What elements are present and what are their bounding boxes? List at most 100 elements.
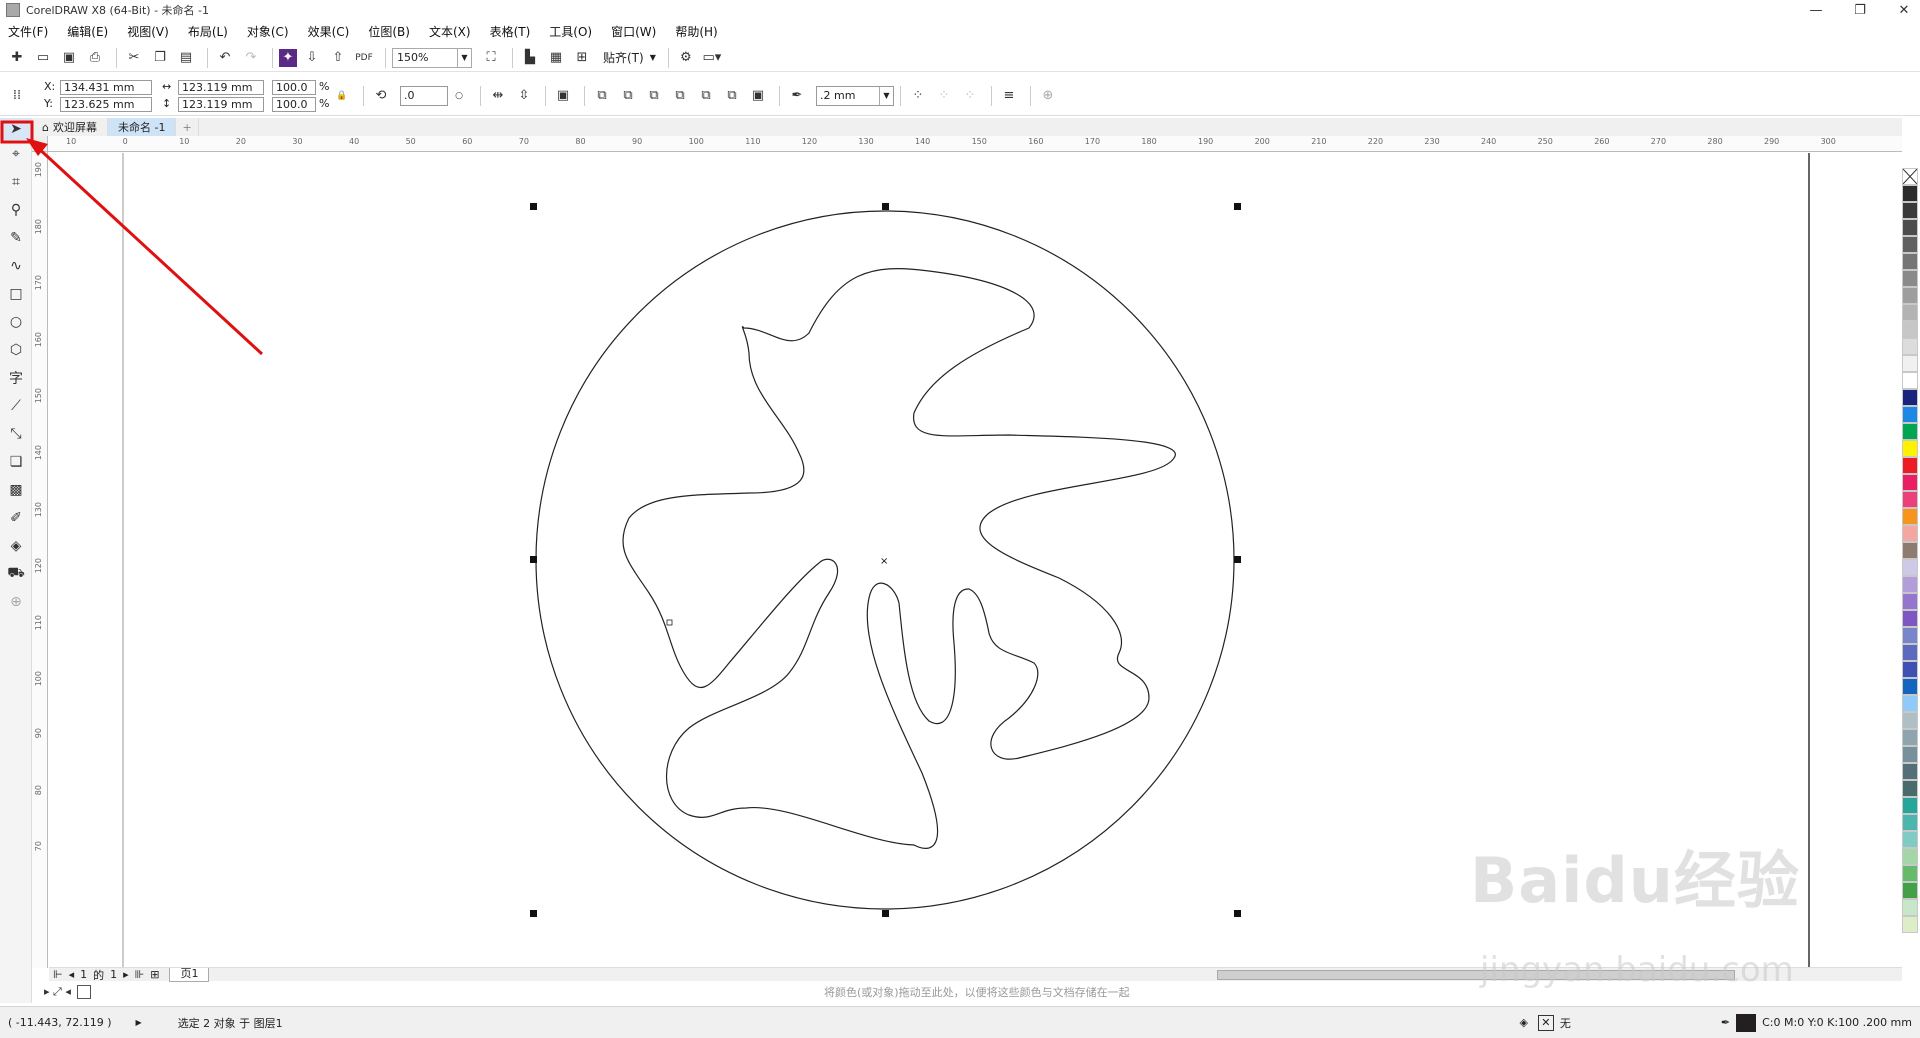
no-color-swatch[interactable] <box>1902 168 1918 185</box>
options-gear-icon[interactable]: ⚙ <box>675 47 697 69</box>
menu-effects[interactable]: 效果(C) <box>308 23 360 40</box>
add-tool-icon[interactable]: ⊕ <box>0 588 32 616</box>
color-swatch[interactable] <box>1902 389 1918 406</box>
rotate-icon[interactable]: ⟲ <box>370 85 392 107</box>
cut-icon[interactable]: ✂ <box>123 47 145 69</box>
outline-pen-icon[interactable]: ✒ <box>786 85 808 107</box>
color-swatch[interactable] <box>1902 831 1918 848</box>
color-swatch[interactable] <box>1902 899 1918 916</box>
height-field[interactable]: 123.119 mm <box>178 96 264 112</box>
menu-edit[interactable]: 编辑(E) <box>67 23 118 40</box>
menu-text[interactable]: 文本(X) <box>429 23 481 40</box>
color-swatch[interactable] <box>1902 559 1918 576</box>
trim-icon[interactable]: ⧉ <box>617 85 639 107</box>
maximize-button[interactable]: ❐ <box>1852 3 1868 18</box>
color-swatch[interactable] <box>1902 916 1918 933</box>
color-swatch[interactable] <box>1902 695 1918 712</box>
color-swatch[interactable] <box>1902 542 1918 559</box>
full-screen-icon[interactable]: ⛶ <box>480 47 502 69</box>
y-position-field[interactable]: 123.625 mm <box>60 96 152 112</box>
color-swatch[interactable] <box>1902 253 1918 270</box>
connector-tool-icon[interactable]: ⤡ <box>0 420 32 448</box>
mirror-horizontal-icon[interactable]: ⇹ <box>487 85 509 107</box>
application-launcher-icon[interactable]: ▭▾ <box>701 47 723 69</box>
color-swatch[interactable] <box>1902 661 1918 678</box>
scale-y-field[interactable]: 100.0 <box>272 96 316 112</box>
color-swatch[interactable] <box>1902 525 1918 542</box>
paste-icon[interactable]: ▤ <box>175 47 197 69</box>
color-swatch[interactable] <box>1902 763 1918 780</box>
color-swatch[interactable] <box>1902 814 1918 831</box>
menu-help[interactable]: 帮助(H) <box>675 23 727 40</box>
open-folder-icon[interactable]: ▭ <box>32 47 54 69</box>
wrap-text-icon[interactable]: ⁘ <box>907 85 929 107</box>
menu-file[interactable]: 文件(F) <box>8 23 58 40</box>
color-swatch[interactable] <box>1902 780 1918 797</box>
rotation-angle-field[interactable]: .0 <box>400 85 448 106</box>
outline-width-select[interactable]: .2 mm ▼ <box>816 85 894 106</box>
color-swatch[interactable] <box>1902 678 1918 695</box>
last-page-icon[interactable]: ⊪ <box>135 968 145 981</box>
color-swatch[interactable] <box>1902 712 1918 729</box>
simplify-icon[interactable]: ⧉ <box>669 85 691 107</box>
color-swatch[interactable] <box>1902 236 1918 253</box>
menu-table[interactable]: 表格(T) <box>490 23 541 40</box>
color-swatch[interactable] <box>1902 576 1918 593</box>
color-swatch[interactable] <box>1902 593 1918 610</box>
smart-fill-icon[interactable]: ⛟ <box>0 560 32 588</box>
import-icon[interactable]: ⇩ <box>301 47 323 69</box>
intersect-icon[interactable]: ⧉ <box>643 85 665 107</box>
color-swatch[interactable] <box>1902 729 1918 746</box>
search-content-icon[interactable]: ✦ <box>279 48 297 67</box>
back-minus-front-icon[interactable]: ⧉ <box>721 85 743 107</box>
first-page-icon[interactable]: ⊩ <box>53 968 63 981</box>
color-swatch[interactable] <box>1902 304 1918 321</box>
color-swatch[interactable] <box>1902 797 1918 814</box>
color-swatch[interactable] <box>1902 865 1918 882</box>
add-page-icon[interactable]: ⊞ <box>150 968 159 981</box>
palette-options-icon[interactable]: ▸ ⤢ ◂ <box>44 985 71 999</box>
outline-color-swatch[interactable] <box>1736 1013 1757 1032</box>
new-document-icon[interactable]: ✚ <box>6 47 28 69</box>
menu-layout[interactable]: 布局(L) <box>188 23 238 40</box>
eyedropper-tool-icon[interactable]: ✐ <box>0 504 32 532</box>
redo-icon[interactable]: ↷ <box>240 47 262 69</box>
undo-icon[interactable]: ↶ <box>214 47 236 69</box>
export-icon[interactable]: ⇧ <box>327 47 349 69</box>
convert-to-curves-icon[interactable]: ⁘ <box>933 85 955 107</box>
color-swatch[interactable] <box>1902 423 1918 440</box>
color-swatch[interactable] <box>1902 457 1918 474</box>
text-tool-icon[interactable]: 字 <box>0 364 32 392</box>
lock-ratio-icon[interactable]: 🔒 <box>331 85 353 107</box>
front-minus-back-icon[interactable]: ⧉ <box>695 85 717 107</box>
create-boundary-icon[interactable]: ▣ <box>747 85 769 107</box>
interactive-fill-icon[interactable]: ◈ <box>0 532 32 560</box>
scale-x-field[interactable]: 100.0 <box>272 79 316 95</box>
menu-bitmaps[interactable]: 位图(B) <box>368 23 420 40</box>
print-icon[interactable]: ⎙ <box>84 47 106 69</box>
color-swatch[interactable] <box>1902 474 1918 491</box>
object-origin-icon[interactable]: ⁞⁞ <box>6 85 28 107</box>
save-icon[interactable]: ▣ <box>58 47 80 69</box>
menu-view[interactable]: 视图(V) <box>127 23 179 40</box>
color-swatch[interactable] <box>1902 287 1918 304</box>
close-button[interactable]: ✕ <box>1896 3 1912 18</box>
color-swatch[interactable] <box>1902 372 1918 389</box>
add-quick-customize-icon[interactable]: ⊕ <box>1037 85 1059 107</box>
mirror-vertical-icon[interactable]: ⇳ <box>513 85 535 107</box>
color-swatch[interactable] <box>1902 440 1918 457</box>
no-fill-swatch[interactable] <box>76 985 91 999</box>
x-position-field[interactable]: 134.431 mm <box>60 79 152 95</box>
next-page-icon[interactable]: ▸ <box>123 968 129 981</box>
color-swatch[interactable] <box>1902 202 1918 219</box>
parallel-dimension-icon[interactable]: ⟋ <box>0 392 32 420</box>
menu-object[interactable]: 对象(C) <box>247 23 299 40</box>
color-swatch[interactable] <box>1902 848 1918 865</box>
menu-tools[interactable]: 工具(O) <box>549 23 602 40</box>
color-swatch[interactable] <box>1902 338 1918 355</box>
color-swatch[interactable] <box>1902 270 1918 287</box>
width-field[interactable]: 123.119 mm <box>178 79 264 95</box>
transparency-tool-icon[interactable]: ▩ <box>0 476 32 504</box>
copy-icon[interactable]: ❐ <box>149 47 171 69</box>
show-guidelines-icon[interactable]: ⊞ <box>571 47 593 69</box>
